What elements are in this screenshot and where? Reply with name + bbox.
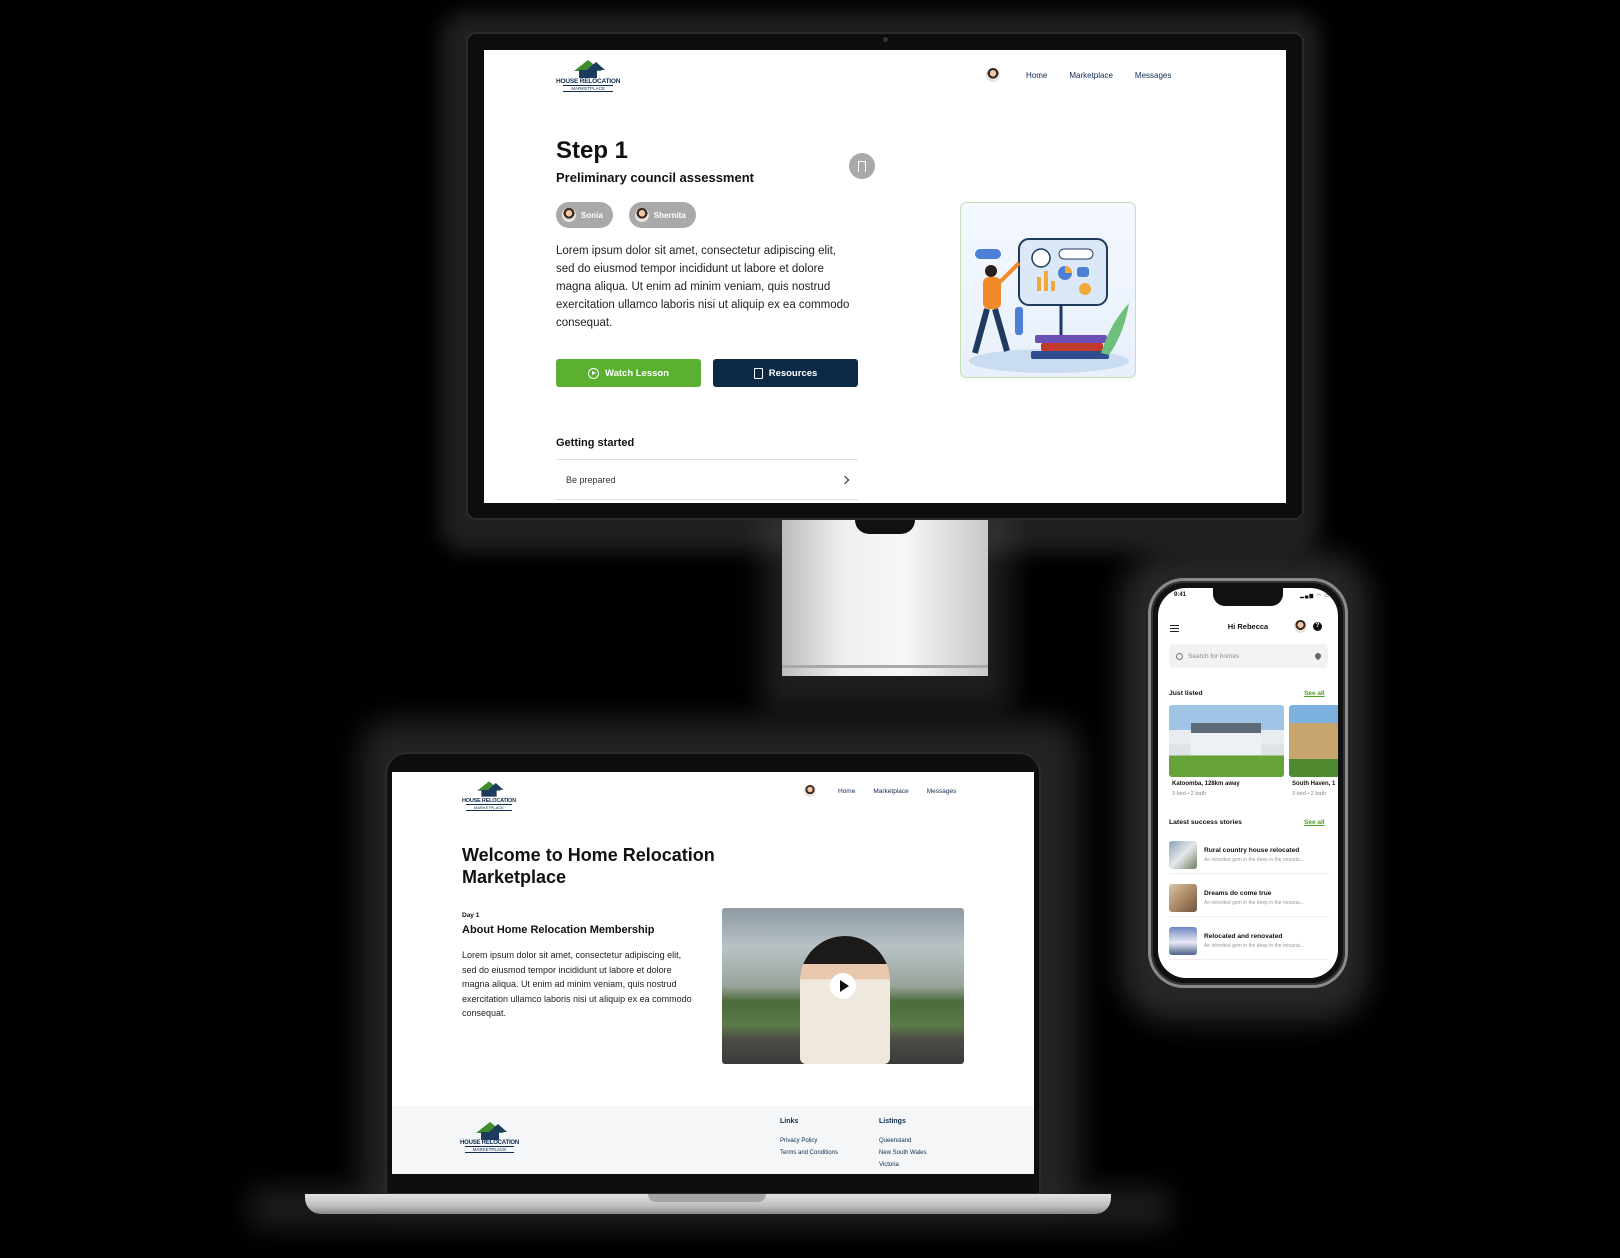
story-title: Relocated and renovated	[1204, 932, 1283, 940]
footer-link-terms[interactable]: Terms and Conditions	[780, 1150, 838, 1156]
button-label: Watch Lesson	[604, 367, 670, 379]
house-logo-icon	[473, 1122, 507, 1140]
avatar	[562, 208, 576, 222]
page-title: Welcome to Home Relocation Marketplace	[462, 845, 715, 887]
story-desc: An inherited gem in the deep in the moun…	[1204, 942, 1304, 949]
laptop-groove	[648, 1194, 766, 1202]
story-item[interactable]: Dreams do come true An inherited gem in t…	[1169, 879, 1329, 917]
footer-links-heading: Links	[780, 1118, 799, 1125]
status-time: 9:41	[1174, 592, 1187, 598]
nav-messages[interactable]: Messages	[927, 788, 957, 795]
logo-subtext: MARKETPLACE	[464, 1146, 515, 1153]
section-title: Getting started	[556, 437, 635, 449]
play-icon[interactable]	[830, 973, 856, 999]
house-logo-icon	[571, 60, 606, 78]
participant-chips: Sonia Shernita	[556, 202, 696, 228]
location-pin-icon[interactable]	[1313, 651, 1323, 661]
play-circle-icon	[587, 367, 599, 379]
bookmark-icon	[858, 160, 866, 172]
logo-text: HOUSE RELOCATION	[556, 78, 621, 85]
story-title: Rural country house relocated	[1204, 846, 1300, 854]
chevron-right-icon	[840, 475, 850, 484]
footer-link-queensland[interactable]: Queensland	[879, 1138, 911, 1144]
story-desc: An inherited gem in the deep in the moun…	[1204, 899, 1304, 906]
footer-listings-heading: Listings	[879, 1118, 906, 1125]
nav-marketplace[interactable]: Marketplace	[873, 788, 908, 795]
house-logo-icon	[474, 781, 504, 797]
story-thumbnail	[1169, 883, 1197, 912]
section-heading: About Home Relocation Membership	[462, 924, 655, 936]
listing-meta: 3 bed • 2 bath	[1292, 791, 1327, 797]
footer-link-privacy[interactable]: Privacy Policy	[780, 1138, 817, 1144]
resources-button[interactable]: Resources	[713, 359, 858, 387]
footer-link-victoria[interactable]: Victoria	[879, 1162, 899, 1168]
nav-home[interactable]: Home	[838, 788, 855, 795]
stories-heading: Latest success stories	[1169, 819, 1242, 826]
story-item[interactable]: Rural country house relocated An inherite…	[1169, 836, 1329, 874]
user-avatar[interactable]	[986, 68, 1000, 82]
search-placeholder: Search for homes	[1188, 652, 1240, 660]
story-title: Dreams do come true	[1204, 889, 1272, 897]
story-desc: An inherited gem in the deep in the moun…	[1204, 856, 1304, 863]
signal-wifi-battery-icon: ▂▄▆ ◠ ▭	[1300, 593, 1331, 599]
footer-logo[interactable]: HOUSE RELOCATION MARKETPLACE	[460, 1122, 519, 1153]
list-item[interactable]: Be prepared	[556, 460, 858, 500]
greeting: Hi Rebecca	[1227, 622, 1269, 631]
listing-card-image[interactable]	[1289, 705, 1338, 777]
logo-subtext: MARKETPLACE	[466, 804, 512, 811]
phone-screen: 9:41 ▂▄▆ ◠ ▭ Hi Rebecca ? Search for hom…	[1158, 588, 1338, 978]
bookmark-button[interactable]	[849, 153, 875, 179]
day-label: Day 1	[462, 912, 480, 919]
membership-description: Lorem ipsum dolor sit amet, consectetur …	[462, 950, 692, 1018]
top-nav: Home Marketplace Messages	[804, 785, 956, 797]
book-icon	[753, 367, 763, 379]
chip-sonia[interactable]: Sonia	[556, 202, 613, 228]
listing-meta: 3 bed • 2 bath	[1172, 791, 1207, 797]
top-nav: Home Marketplace Messages	[986, 68, 1171, 82]
story-thumbnail	[1169, 926, 1197, 955]
avatar	[634, 208, 649, 222]
site-logo[interactable]: HOUSE RELOCATION MARKETPLACE	[556, 60, 620, 92]
presenter-illustration	[969, 238, 1129, 373]
see-all-stories-link[interactable]: See all	[1304, 819, 1325, 826]
story-item[interactable]: Relocated and renovated An inherited gem …	[1169, 922, 1329, 960]
search-icon	[1176, 652, 1183, 660]
presenter-image	[800, 936, 890, 1064]
monitor-screen: HOUSE RELOCATION MARKETPLACE Home Market…	[484, 50, 1286, 503]
listing-card-image[interactable]	[1169, 705, 1284, 777]
listing-title[interactable]: Katoomba, 128km away	[1172, 781, 1240, 787]
nav-marketplace[interactable]: Marketplace	[1069, 71, 1113, 80]
user-avatar[interactable]	[804, 785, 816, 797]
phone-notch	[1213, 588, 1283, 606]
monitor-stand	[782, 520, 988, 676]
nav-messages[interactable]: Messages	[1135, 71, 1171, 80]
lesson-illustration	[960, 202, 1136, 378]
story-thumbnail	[1169, 840, 1197, 869]
listing-title[interactable]: South Haven, 1	[1292, 781, 1335, 787]
watch-lesson-button[interactable]: Watch Lesson	[556, 359, 701, 387]
site-logo[interactable]: HOUSE RELOCATION MARKETPLACE	[462, 780, 516, 811]
help-icon[interactable]: ?	[1313, 622, 1322, 631]
step-title: Step 1	[556, 137, 629, 164]
stand-notch	[855, 520, 915, 534]
intro-video[interactable]	[722, 908, 964, 1064]
step-description: Lorem ipsum dolor sit amet, consectetur …	[556, 245, 850, 329]
search-input[interactable]: Search for homes	[1169, 644, 1328, 668]
house-image	[1191, 723, 1261, 755]
list-item-label: Be prepared	[566, 474, 616, 485]
button-label: Resources	[768, 367, 818, 379]
chip-label: Shernita	[653, 210, 686, 220]
user-avatar[interactable]	[1294, 620, 1307, 633]
see-all-listings-link[interactable]: See all	[1304, 690, 1325, 697]
chip-label: Sonia	[581, 210, 603, 220]
logo-subtext: MARKETPLACE	[563, 85, 613, 92]
footer-link-nsw[interactable]: New South Wales	[879, 1150, 926, 1156]
step-subtitle: Preliminary council assessment	[556, 170, 754, 185]
laptop-screen: HOUSE RELOCATION MARKETPLACE Home Market…	[392, 772, 1034, 1174]
nav-home[interactable]: Home	[1026, 71, 1047, 80]
chip-shernita[interactable]: Shernita	[628, 202, 696, 228]
camera-icon	[883, 37, 888, 42]
just-listed-heading: Just listed	[1169, 690, 1203, 697]
